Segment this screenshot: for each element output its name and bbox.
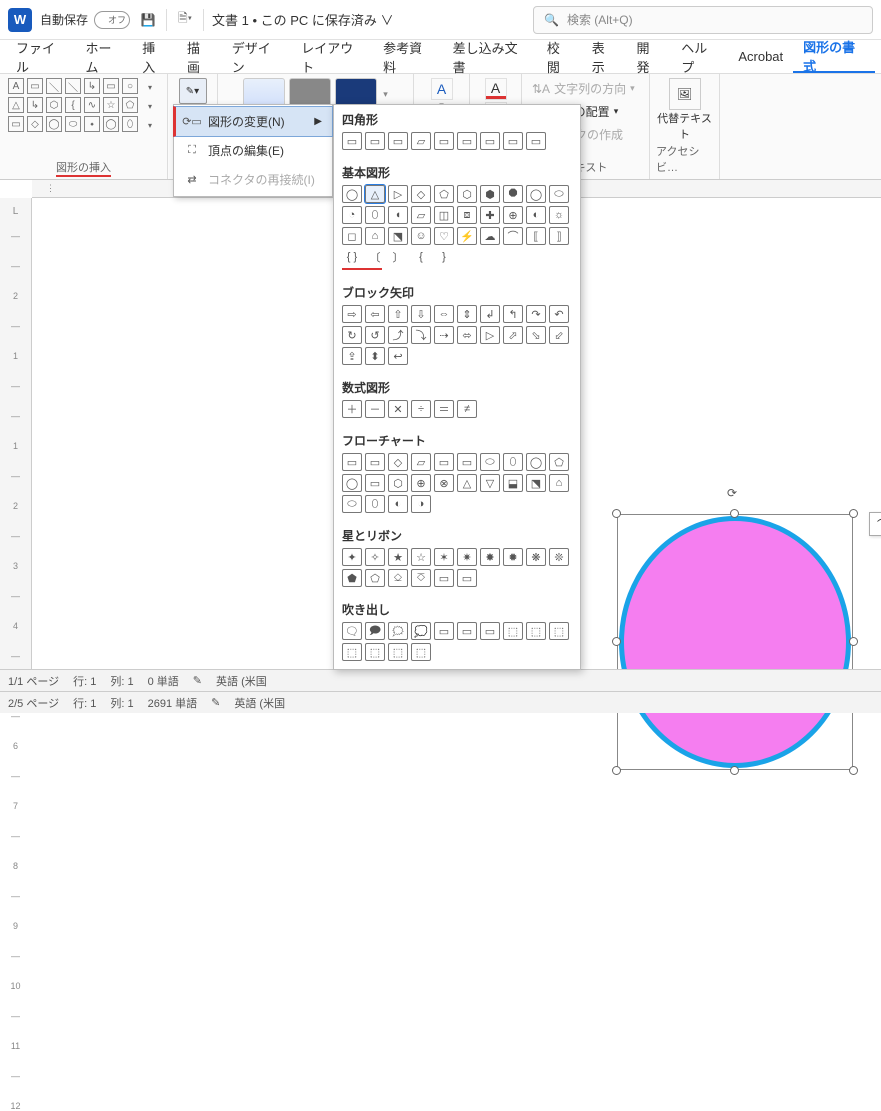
submenu-arrow-icon: ▶ (314, 116, 322, 127)
edit-shape-menu: ⟳▭ 図形の変更(N) ▶ ⛶ 頂点の編集(E) ⇄ コネクタの再接続(I) (173, 104, 333, 197)
search-placeholder: 検索 (Alt+Q) (567, 11, 633, 28)
save-button[interactable]: 💾 (138, 10, 158, 30)
resize-handle-w[interactable] (612, 637, 621, 646)
change-shape-icon: ⟳▭ (184, 114, 200, 130)
search-input[interactable]: 🔍 検索 (Alt+Q) (533, 6, 873, 34)
resize-handle-ne[interactable] (849, 509, 858, 518)
document-title[interactable]: 文書 1 • この PC に保存済み ∨ (212, 10, 394, 29)
stars-grid[interactable]: ✦✧★☆✶✷✸✹❋❊ ⬟⬠⎐⎏▭▭ (342, 548, 572, 587)
menu-reconnect: ⇄ コネクタの再接続(I) (174, 165, 332, 194)
resize-handle-s[interactable] (730, 766, 739, 775)
status-lang-2[interactable]: 英語 (米国 (234, 695, 285, 711)
reconnect-icon: ⇄ (184, 172, 200, 188)
tab-shape-format[interactable]: 図形の書式 (793, 40, 875, 73)
status-col[interactable]: 列: 1 (110, 673, 133, 689)
tab-acrobat[interactable]: Acrobat (728, 40, 793, 73)
tab-home[interactable]: ホーム (76, 40, 133, 73)
tab-draw[interactable]: 描画 (177, 40, 222, 73)
change-shape-flyout: 四角形 ▭▭▭▱▭▭▭▭▭ 基本図形 ◯△▷◇⬠⬡⬢⯃◯⬭ ◔⬯◖▱◫⧈✚⊕◐☼… (333, 104, 581, 670)
sf-flowchart: フローチャート ▭▭◇▱▭▭⬭⬯◯⬠ ◯▭⬡⊕⊗△▽⬓⬔⌂ ⬭⬯◐◑ (334, 426, 580, 521)
wordart-quick-style[interactable]: A (431, 78, 453, 100)
status-col-2[interactable]: 列: 1 (110, 695, 133, 711)
status-line[interactable]: 行: 1 (73, 673, 96, 689)
shape-gallery-mini[interactable]: A▭＼＼↳▭○▾ △↳⬡{∿☆⬠▾ ▭◇◯⬭⬩◯⬯▾ (8, 78, 159, 134)
word-app-icon: W (8, 8, 32, 32)
status-bar-1: 1/1 ページ 行: 1 列: 1 0 単語 ✎ 英語 (米国 (0, 669, 881, 691)
text-fill-button[interactable]: A (485, 78, 507, 100)
resize-handle-sw[interactable] (612, 766, 621, 775)
status-page-2[interactable]: 2/5 ページ (8, 695, 59, 711)
sf-equation: 数式図形 ＋－✕÷＝≠ (334, 373, 580, 426)
sf-callouts: 吹き出し 🗨🗩🗯💭▭▭▭⬚⬚⬚ ⬚⬚⬚⬚ (334, 595, 580, 669)
basic-grid[interactable]: ◯△▷◇⬠⬡⬢⯃◯⬭ ◔⬯◖▱◫⧈✚⊕◐☼ ◻⌂⬔☺♡⚡☁⌒⟦⟧ { }〔〕{} (342, 185, 572, 266)
autosave-toggle[interactable]: オフ (94, 11, 130, 29)
tab-design[interactable]: デザイン (222, 40, 292, 73)
resize-handle-nw[interactable] (612, 509, 621, 518)
separator (203, 9, 204, 31)
sf-block-arrows: ブロック矢印 ⇨⇦⇧⇩⇔⇕↲↰↷↶ ↻↺⤴⤵⇢⬄▷⬀⬂⬃ ⇪⬍↩ (334, 278, 580, 373)
resize-handle-se[interactable] (849, 766, 858, 775)
menu-edit-points[interactable]: ⛶ 頂点の編集(E) (174, 136, 332, 165)
layout-options-button[interactable]: ⌒ (869, 512, 881, 536)
group-label-insert-shapes: 図形の挿入 (56, 159, 111, 177)
tab-layout[interactable]: レイアウト (291, 40, 373, 73)
tab-developer[interactable]: 開発 (626, 40, 671, 73)
tab-view[interactable]: 表示 (582, 40, 627, 73)
flowchart-grid[interactable]: ▭▭◇▱▭▭⬭⬯◯⬠ ◯▭⬡⊕⊗△▽⬓⬔⌂ ⬭⬯◐◑ (342, 453, 572, 513)
group-accessibility: 🖼 代替テキスト アクセシビ… (650, 74, 720, 179)
group-insert-shapes: A▭＼＼↳▭○▾ △↳⬡{∿☆⬠▾ ▭◇◯⬭⬩◯⬯▾ 図形の挿入 (0, 74, 168, 179)
status-proofing-icon[interactable]: ✎ (193, 674, 202, 687)
callouts-grid[interactable]: 🗨🗩🗯💭▭▭▭⬚⬚⬚ ⬚⬚⬚⬚ (342, 622, 572, 661)
highlight-underline (342, 268, 382, 270)
autosave-group: 自動保存 オフ (40, 11, 130, 29)
separator (166, 9, 167, 31)
status-bar-2: 2/5 ページ 行: 1 列: 1 2691 単語 ✎ 英語 (米国 (0, 691, 881, 713)
tab-mailings[interactable]: 差し込み文書 (443, 40, 537, 73)
resize-handle-n[interactable] (730, 509, 739, 518)
search-icon: 🔍 (544, 13, 559, 27)
group-label-accessibility: アクセシビ… (656, 143, 713, 177)
status-words[interactable]: 0 単語 (148, 673, 179, 689)
selection-box (617, 514, 853, 770)
sf-rectangles: 四角形 ▭▭▭▱▭▭▭▭▭ (334, 105, 580, 158)
tab-file[interactable]: ファイル (6, 40, 76, 73)
tab-insert[interactable]: 挿入 (132, 40, 177, 73)
rect-grid[interactable]: ▭▭▭▱▭▭▭▭▭ (342, 132, 572, 150)
tab-review[interactable]: 校閲 (537, 40, 582, 73)
alt-text-label: 代替テキスト (656, 110, 713, 142)
arrows-grid[interactable]: ⇨⇦⇧⇩⇔⇕↲↰↷↶ ↻↺⤴⤵⇢⬄▷⬀⬂⬃ ⇪⬍↩ (342, 305, 572, 365)
edit-shape-button[interactable]: ✎▾ (179, 78, 207, 104)
sf-basic: 基本図形 ◯△▷◇⬠⬡⬢⯃◯⬭ ◔⬯◖▱◫⧈✚⊕◐☼ ◻⌂⬔☺♡⚡☁⌒⟦⟧ { … (334, 158, 580, 278)
status-proofing-icon-2[interactable]: ✎ (211, 696, 220, 709)
alt-text-icon[interactable]: 🖼 (669, 78, 701, 110)
text-direction-button[interactable]: ⇅A 文字列の方向▾ (528, 78, 639, 99)
menu-change-shape[interactable]: ⟳▭ 図形の変更(N) ▶ (173, 106, 333, 137)
resize-handle-e[interactable] (849, 637, 858, 646)
sf-stars: 星とリボン ✦✧★☆✶✷✸✹❋❊ ⬟⬠⎐⎏▭▭ (334, 521, 580, 595)
tab-help[interactable]: ヘルプ (671, 40, 728, 73)
ribbon-tabs: ファイル ホーム 挿入 描画 デザイン レイアウト 参考資料 差し込み文書 校閲… (0, 40, 881, 74)
status-words-2[interactable]: 2691 単語 (148, 695, 198, 711)
equation-grid[interactable]: ＋－✕÷＝≠ (342, 400, 572, 418)
text-direction-icon: ⇅A (532, 82, 550, 96)
rotate-handle[interactable]: ⟳ (727, 486, 743, 502)
autosave-label: 自動保存 (40, 11, 88, 28)
status-page[interactable]: 1/1 ページ (8, 673, 59, 689)
selected-shape[interactable]: ⟳ ⌒ (617, 514, 853, 770)
status-lang[interactable]: 英語 (米国 (216, 673, 267, 689)
quickaccess-btn-1[interactable]: 🗎▾ (175, 10, 195, 30)
gallery-more-icon[interactable]: ▾ (383, 89, 388, 100)
vertical-ruler[interactable]: L ——2— 1——1 —2—3 —4—5 —6—7 —8—9 —10—11 —… (0, 198, 32, 669)
titlebar: W 自動保存 オフ 💾 🗎▾ 文書 1 • この PC に保存済み ∨ 🔍 検索… (0, 0, 881, 40)
edit-points-icon: ⛶ (184, 143, 200, 159)
tab-references[interactable]: 参考資料 (373, 40, 443, 73)
status-line-2[interactable]: 行: 1 (73, 695, 96, 711)
